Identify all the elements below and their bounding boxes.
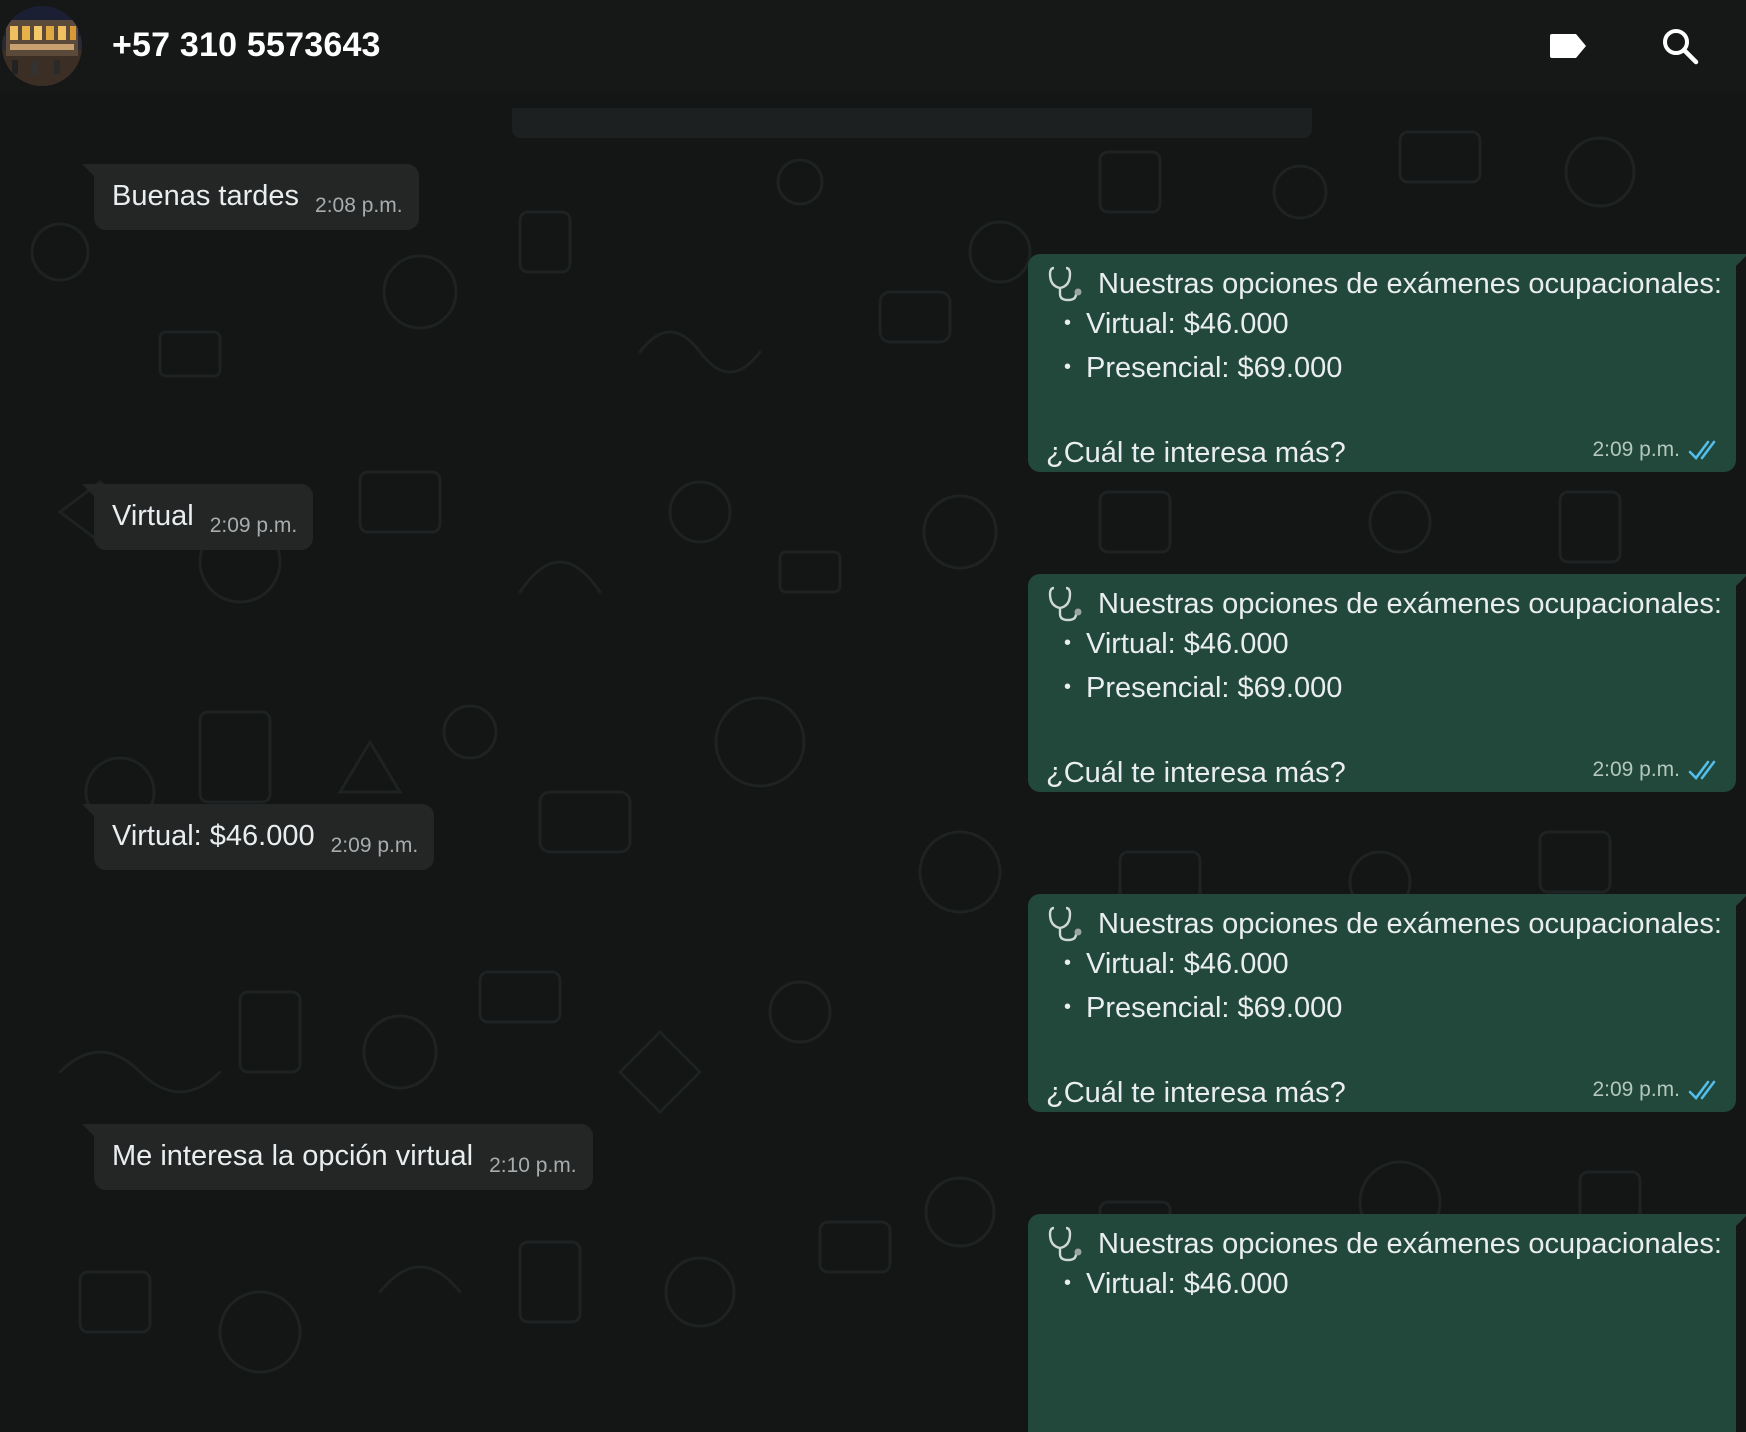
contact-avatar[interactable] [2, 6, 82, 86]
message-time: 2:10 p.m. [489, 1154, 577, 1177]
outgoing-message[interactable]: Nuestras opciones de exámenes ocupaciona… [1028, 894, 1746, 1112]
option-item: • Presencial: $69.000 [1064, 352, 1343, 384]
message-text: Virtual [112, 500, 194, 532]
stethoscope-icon [1048, 266, 1082, 302]
message-time: 2:09 p.m. [330, 834, 419, 857]
stethoscope-icon [1048, 906, 1082, 942]
chat-window: +57 310 5573643 Buenas tardes 2:08 p.m. … [0, 0, 1746, 1432]
message-title-row: Nuestras opciones de exámenes ocupaciona… [1046, 584, 1722, 624]
message-time: 2:09 p.m. [209, 514, 298, 537]
option-text: Virtual: $46.000 [1086, 308, 1289, 340]
labels-button[interactable] [1544, 22, 1592, 70]
message-time: 2:09 p.m. [1592, 758, 1680, 781]
outgoing-message[interactable]: Nuestras opciones de exámenes ocupaciona… [1028, 254, 1746, 472]
option-text: Virtual: $46.000 [1086, 1268, 1289, 1300]
message-title-row: Nuestras opciones de exámenes ocupaciona… [1046, 1224, 1722, 1264]
option-text: Virtual: $46.000 [1086, 628, 1289, 660]
message-time: 2:08 p.m. [315, 194, 403, 217]
message-text: Me interesa la opción virtual [112, 1140, 474, 1172]
message-title: Nuestras opciones de exámenes ocupaciona… [1098, 268, 1722, 300]
incoming-message[interactable]: Virtual 2:09 p.m. [81, 484, 314, 550]
incoming-message[interactable]: Buenas tardes 2:08 p.m. [82, 164, 419, 230]
date-strip [512, 108, 1312, 138]
incoming-message[interactable]: Me interesa la opción virtual 2:10 p.m. [82, 1124, 593, 1190]
option-item: • Presencial: $69.000 [1064, 672, 1343, 704]
option-text: Presencial: $69.000 [1086, 672, 1343, 704]
message-meta: 2:09 p.m. [1592, 438, 1722, 462]
double-check-read-icon [1688, 440, 1716, 460]
message-time: 2:09 p.m. [1592, 438, 1680, 461]
option-item: • Presencial: $69.000 [1064, 992, 1343, 1024]
avatar-image [2, 6, 82, 86]
message-list[interactable]: Buenas tardes 2:08 p.m. Nuestras opcione… [0, 92, 1746, 1432]
message-text: Buenas tardes [112, 180, 300, 212]
option-item: • Virtual: $46.000 [1064, 628, 1289, 660]
outgoing-message[interactable]: Nuestras opciones de exámenes ocupaciona… [1028, 1214, 1746, 1432]
label-tag-icon [1550, 34, 1586, 58]
option-text: Virtual: $46.000 [1086, 948, 1289, 980]
stethoscope-icon [1048, 1226, 1082, 1262]
message-title: Nuestras opciones de exámenes ocupaciona… [1098, 588, 1722, 620]
incoming-message[interactable]: Virtual: $46.000 2:09 p.m. [81, 804, 435, 870]
message-meta: 2:09 p.m. [1592, 1078, 1722, 1102]
message-title-row: Nuestras opciones de exámenes ocupaciona… [1046, 904, 1722, 944]
outgoing-message[interactable]: Nuestras opciones de exámenes ocupaciona… [1028, 574, 1746, 792]
option-item: • Virtual: $46.000 [1064, 1268, 1289, 1300]
option-text: Presencial: $69.000 [1086, 992, 1343, 1024]
message-title: Nuestras opciones de exámenes ocupaciona… [1098, 908, 1722, 940]
option-item: • Virtual: $46.000 [1064, 948, 1289, 980]
stethoscope-icon [1048, 586, 1082, 622]
option-text: Presencial: $69.000 [1086, 352, 1343, 384]
message-title: Nuestras opciones de exámenes ocupaciona… [1098, 1228, 1722, 1260]
chat-header: +57 310 5573643 [0, 0, 1746, 92]
message-time: 2:09 p.m. [1592, 1078, 1680, 1101]
search-button[interactable] [1656, 22, 1704, 70]
message-meta: 2:09 p.m. [1592, 758, 1722, 782]
option-item: • Virtual: $46.000 [1064, 308, 1289, 340]
double-check-read-icon [1688, 760, 1716, 780]
message-text: Virtual: $46.000 [112, 820, 315, 852]
search-icon [1663, 29, 1699, 65]
contact-name[interactable]: +57 310 5573643 [112, 26, 381, 65]
message-title-row: Nuestras opciones de exámenes ocupaciona… [1046, 264, 1722, 304]
double-check-read-icon [1688, 1080, 1716, 1100]
